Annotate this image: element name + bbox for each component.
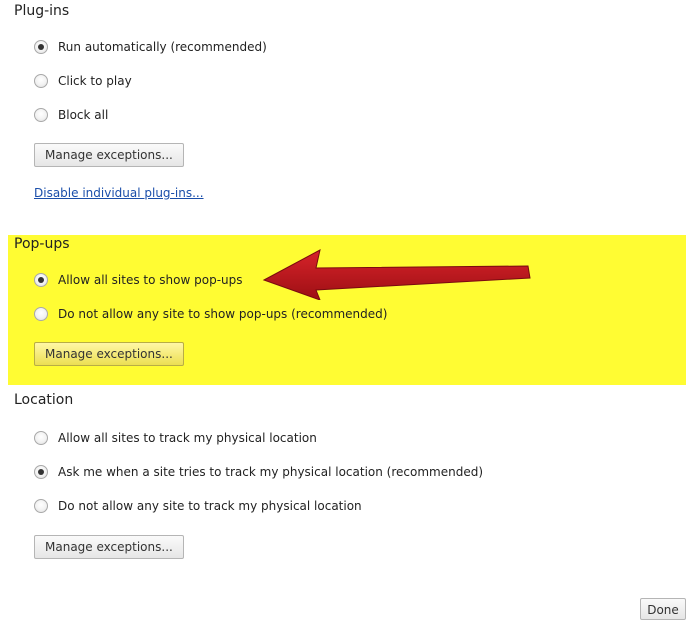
plugins-click-to-play-option[interactable]: Click to play (34, 71, 132, 91)
radio-unchecked-icon[interactable] (34, 431, 48, 445)
popups-allow-all-option[interactable]: Allow all sites to show pop-ups (34, 270, 243, 290)
plugins-block-all-option[interactable]: Block all (34, 105, 108, 125)
popups-allow-all-label: Allow all sites to show pop-ups (58, 273, 243, 287)
location-do-not-allow-label: Do not allow any site to track my physic… (58, 499, 362, 513)
plugins-manage-exceptions-button[interactable]: Manage exceptions... (34, 143, 184, 167)
radio-unchecked-icon[interactable] (34, 499, 48, 513)
popups-section-title: Pop-ups (14, 236, 70, 252)
location-do-not-allow-option[interactable]: Do not allow any site to track my physic… (34, 496, 362, 516)
radio-checked-icon[interactable] (34, 465, 48, 479)
radio-checked-icon[interactable] (34, 40, 48, 54)
disable-individual-plugins-link[interactable]: Disable individual plug-ins... (34, 186, 204, 200)
plugins-run-automatically-option[interactable]: Run automatically (recommended) (34, 37, 267, 57)
radio-unchecked-icon[interactable] (34, 74, 48, 88)
plugins-section-title: Plug-ins (14, 3, 70, 19)
plugins-run-automatically-label: Run automatically (recommended) (58, 40, 267, 54)
plugins-click-to-play-label: Click to play (58, 74, 132, 88)
radio-checked-icon[interactable] (34, 273, 48, 287)
red-arrow-icon (262, 249, 531, 300)
location-allow-all-label: Allow all sites to track my physical loc… (58, 431, 317, 445)
plugins-block-all-label: Block all (58, 108, 109, 122)
location-manage-exceptions-button[interactable]: Manage exceptions... (34, 535, 184, 559)
popups-manage-exceptions-button[interactable]: Manage exceptions... (34, 342, 184, 366)
radio-unchecked-icon[interactable] (34, 307, 48, 321)
popups-do-not-allow-label: Do not allow any site to show pop-ups (r… (58, 307, 388, 321)
radio-unchecked-icon[interactable] (34, 108, 48, 122)
done-button[interactable]: Done (640, 598, 686, 620)
location-ask-me-option[interactable]: Ask me when a site tries to track my phy… (34, 462, 483, 482)
location-allow-all-option[interactable]: Allow all sites to track my physical loc… (34, 428, 317, 448)
location-ask-me-label: Ask me when a site tries to track my phy… (58, 465, 484, 479)
location-section-title: Location (14, 392, 74, 408)
popups-do-not-allow-option[interactable]: Do not allow any site to show pop-ups (r… (34, 304, 387, 324)
